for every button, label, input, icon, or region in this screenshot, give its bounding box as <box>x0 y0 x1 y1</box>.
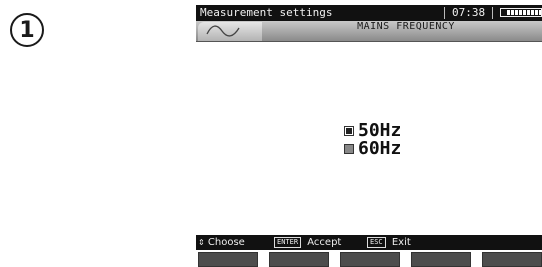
enter-key-icon: ENTER <box>274 237 302 248</box>
exit-hint: ESC Exit <box>367 235 411 250</box>
checkbox-unchecked-icon[interactable] <box>344 144 354 154</box>
checkbox-checked-icon[interactable] <box>344 126 354 136</box>
status-divider <box>492 7 493 19</box>
status-title: Measurement settings <box>200 6 333 19</box>
softkey-1[interactable] <box>198 252 258 267</box>
up-down-arrows-icon: ⇕ <box>198 238 205 247</box>
softkey-3[interactable] <box>340 252 400 267</box>
step-number-badge: 1 <box>10 13 44 47</box>
softkey-4[interactable] <box>411 252 471 267</box>
status-divider <box>444 7 445 19</box>
header-bar: MAINS FREQUENCY <box>196 21 542 42</box>
accept-hint: ENTER Accept <box>274 235 341 250</box>
choose-label: Choose <box>207 237 245 248</box>
mode-tab[interactable] <box>198 22 262 41</box>
battery-icon <box>500 8 542 17</box>
page-title: MAINS FREQUENCY <box>357 21 455 32</box>
status-bar: Measurement settings 07:38 <box>196 5 542 21</box>
frequency-options: 50Hz 60Hz <box>344 122 401 158</box>
softkey-row <box>196 252 542 267</box>
esc-key-icon: ESC <box>367 237 386 248</box>
sine-wave-icon <box>206 25 240 37</box>
exit-label: Exit <box>391 237 411 248</box>
device-screen: Measurement settings 07:38 MAINS FREQUEN… <box>196 5 542 267</box>
step-number: 1 <box>19 17 35 43</box>
softkey-2[interactable] <box>269 252 329 267</box>
clock: 07:38 <box>452 6 486 19</box>
hint-bar: ⇕ Choose ENTER Accept ESC Exit <box>196 235 542 250</box>
option-label: 60Hz <box>358 138 402 159</box>
choose-hint: ⇕ Choose <box>198 235 245 250</box>
accept-label: Accept <box>307 237 342 248</box>
option-60hz[interactable]: 60Hz <box>344 140 401 158</box>
softkey-5[interactable] <box>482 252 542 267</box>
